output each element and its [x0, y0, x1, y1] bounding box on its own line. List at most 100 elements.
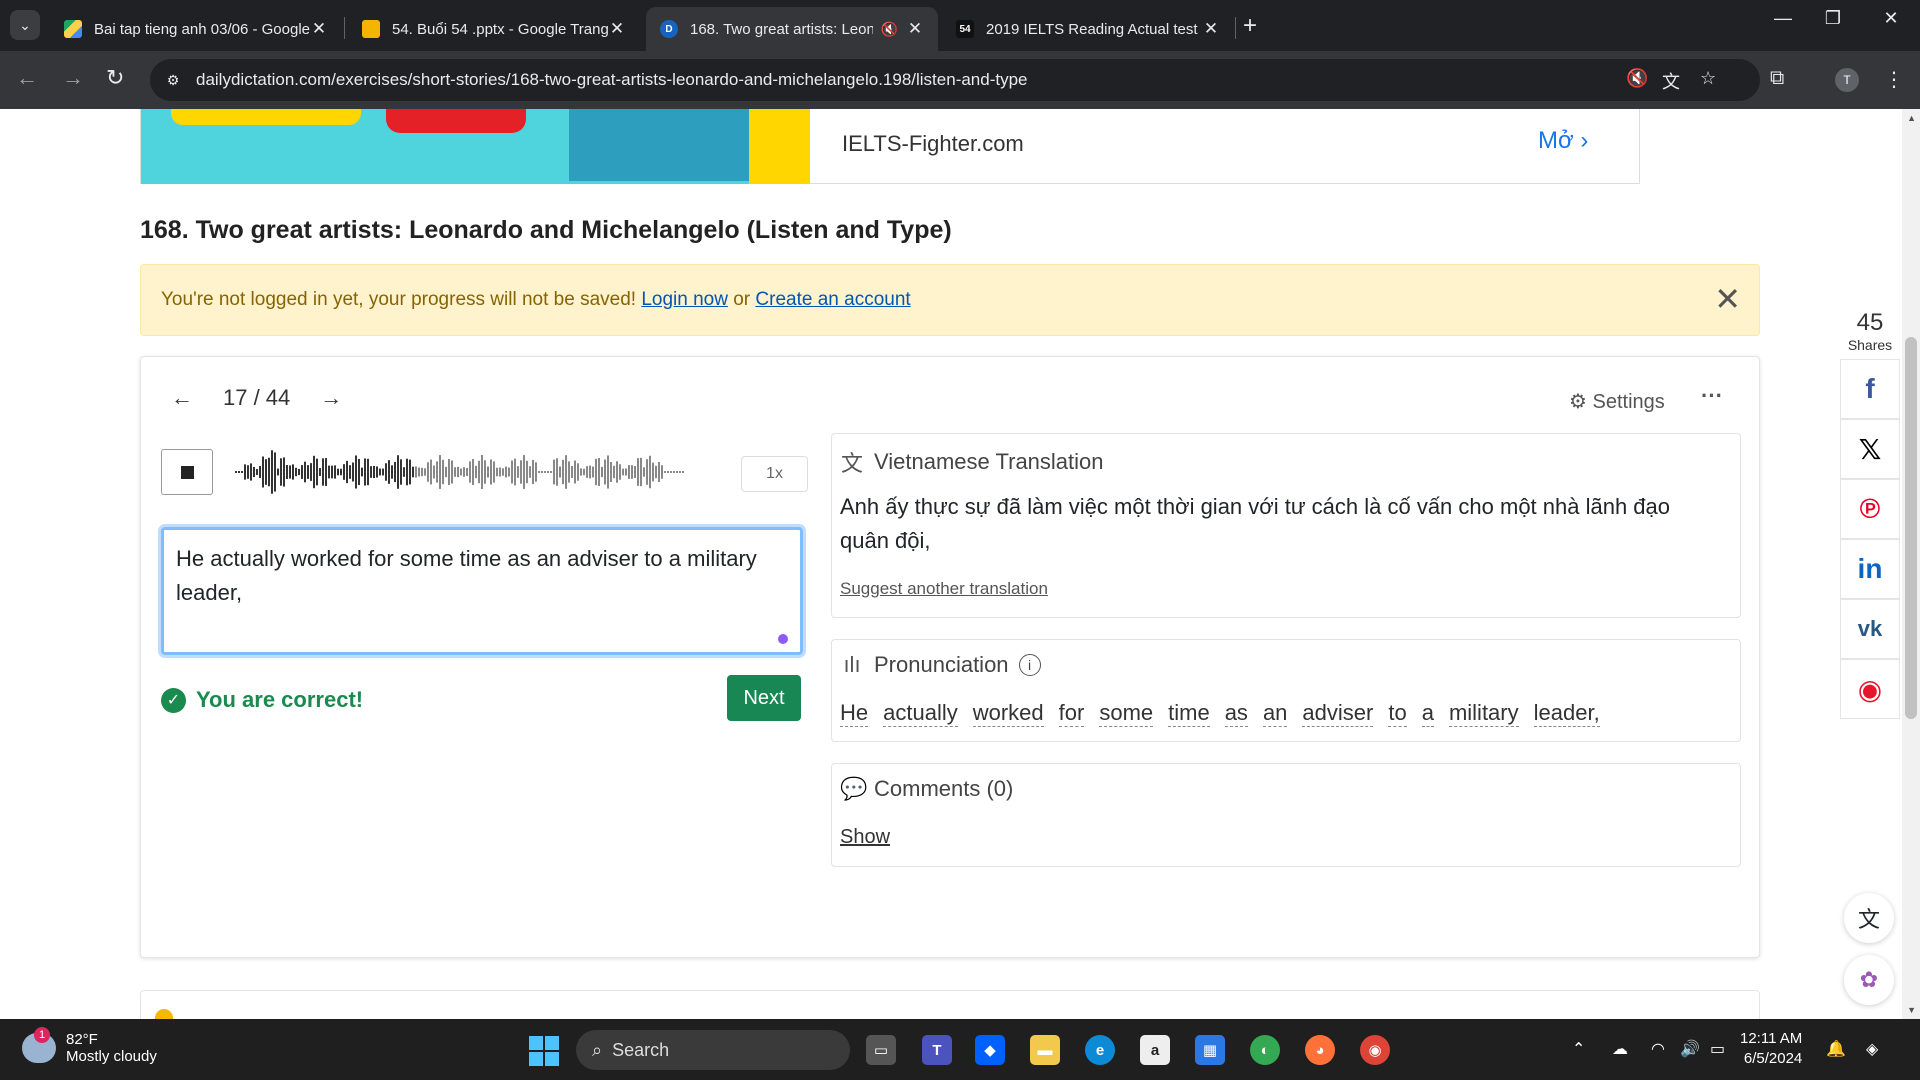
vk-icon[interactable]: vk — [1840, 599, 1900, 659]
next-button[interactable]: Next — [727, 675, 801, 721]
settings-button[interactable]: ⚙ Settings — [1569, 389, 1665, 414]
dropbox-icon[interactable]: ◆ — [975, 1035, 1005, 1065]
login-link[interactable]: Login now — [641, 289, 728, 311]
muted-audio-icon[interactable]: 🔇 — [1626, 68, 1648, 89]
page-scrollbar[interactable]: ▲ ▼ — [1902, 109, 1920, 1019]
address-bar[interactable]: ⚙ dailydictation.com/exercises/short-sto… — [150, 59, 1760, 101]
pronunciation-word[interactable]: some — [1099, 700, 1154, 727]
answer-text[interactable]: He actually worked for some time as an a… — [176, 546, 757, 605]
restore-icon[interactable]: ❐ — [1808, 8, 1858, 29]
battery-icon[interactable]: ▭ — [1710, 1039, 1725, 1059]
browser-menu-icon[interactable]: ⋮ — [1884, 67, 1904, 92]
reload-icon[interactable]: ↻ — [106, 65, 124, 91]
ad-banner[interactable]: IELTS-Fighter.com Mở › — [140, 109, 1640, 184]
waveform-bar — [541, 471, 543, 473]
volume-icon[interactable]: 🔊 — [1680, 1039, 1700, 1059]
app-icon-green[interactable]: ◐ — [1250, 1035, 1280, 1065]
pronunciation-word[interactable]: for — [1058, 700, 1085, 727]
tab-google-slides[interactable]: 54. Buổi 54 .pptx - Google Trang ✕ — [348, 7, 640, 51]
weather-widget[interactable]: 1 82°F Mostly cloudy — [22, 1027, 157, 1065]
close-window-icon[interactable]: ✕ — [1866, 8, 1916, 29]
tab-ielts-reading[interactable]: 54 2019 IELTS Reading Actual test ✕ — [942, 7, 1234, 51]
ad-open-button[interactable]: Mở › — [1538, 127, 1588, 155]
pronunciation-word[interactable]: as — [1224, 700, 1248, 727]
close-tab-icon[interactable]: ✕ — [1202, 19, 1220, 39]
stop-button[interactable] — [161, 449, 213, 495]
scroll-down-icon[interactable]: ▼ — [1907, 1005, 1916, 1015]
bookmark-star-icon[interactable]: ☆ — [1700, 68, 1716, 89]
minimize-icon[interactable]: — — [1758, 8, 1808, 29]
profile-avatar[interactable]: T — [1835, 68, 1859, 92]
pronunciation-word[interactable]: He — [840, 700, 869, 727]
site-info-icon[interactable]: ⚙ — [158, 65, 188, 95]
system-clock[interactable]: 12:11 AM 6/5/2024 — [1740, 1029, 1802, 1069]
close-tab-icon[interactable]: ✕ — [906, 19, 924, 39]
pronunciation-word[interactable]: to — [1388, 700, 1407, 727]
grammar-extension-icon[interactable] — [778, 634, 788, 644]
show-comments-link[interactable]: Show — [840, 826, 890, 849]
pronunciation-word[interactable]: a — [1421, 700, 1434, 727]
task-view-icon[interactable]: ▭ — [866, 1035, 896, 1065]
ad-image[interactable] — [141, 109, 810, 184]
notification-bell-icon[interactable]: 🔔 — [1826, 1039, 1846, 1059]
audio-waveform[interactable] — [231, 449, 701, 495]
taskbar-search[interactable]: ⌕ Search — [576, 1030, 850, 1070]
pronunciation-word[interactable]: an — [1262, 700, 1288, 727]
pronunciation-word[interactable]: worked — [972, 700, 1044, 727]
firefox-icon[interactable]: ◕ — [1305, 1035, 1335, 1065]
tab-dailydictation[interactable]: D 168. Two great artists: Leonardo 🔇 ✕ — [646, 7, 938, 51]
waveform-bar — [682, 471, 684, 473]
linkedin-icon[interactable]: in — [1840, 539, 1900, 599]
waveform-bar — [382, 468, 384, 476]
forward-arrow-icon[interactable]: → — [62, 65, 84, 91]
microsoft-store-icon[interactable]: ▦ — [1195, 1035, 1225, 1065]
scroll-thumb[interactable] — [1905, 337, 1917, 719]
ai-assistant-icon[interactable]: ✿ — [1844, 955, 1894, 1005]
waveform-bar — [553, 459, 555, 485]
copilot-icon[interactable]: ◈ — [1866, 1039, 1878, 1059]
back-arrow-icon[interactable]: ← — [16, 65, 38, 91]
more-options-icon[interactable]: ··· — [1701, 383, 1723, 409]
scroll-up-icon[interactable]: ▲ — [1907, 113, 1916, 123]
tab-google-drive[interactable]: Bai tap tieng anh 03/06 - Google ✕ — [50, 7, 342, 51]
close-tab-icon[interactable]: ✕ — [608, 19, 626, 39]
x-twitter-icon[interactable]: 𝕏 — [1840, 419, 1900, 479]
tab-search-button[interactable]: ⌄ — [10, 10, 40, 40]
onedrive-cloud-icon[interactable]: ☁ — [1612, 1039, 1628, 1059]
pronunciation-word[interactable]: adviser — [1302, 700, 1374, 727]
chrome-icon[interactable]: ◉ — [1360, 1035, 1390, 1065]
new-tab-plus-icon[interactable]: + — [1243, 12, 1257, 40]
chevron-up-icon[interactable]: ⌃ — [1572, 1039, 1585, 1059]
translate-page-icon[interactable]: 文 — [1662, 68, 1680, 94]
info-icon[interactable]: i — [1018, 654, 1041, 676]
playback-speed-button[interactable]: 1x — [741, 456, 808, 492]
pronunciation-word[interactable]: time — [1168, 700, 1210, 727]
pronunciation-word[interactable]: actually — [883, 700, 958, 727]
suggest-translation-link[interactable]: Suggest another translation — [840, 579, 1048, 599]
next-arrow-icon[interactable]: → — [318, 385, 344, 411]
previous-arrow-icon[interactable]: ← — [169, 385, 195, 411]
muted-speaker-icon[interactable]: 🔇 — [881, 21, 898, 38]
weibo-icon[interactable]: ◉ — [1840, 659, 1900, 719]
edge-icon[interactable]: e — [1085, 1035, 1115, 1065]
pronunciation-word[interactable]: military — [1448, 700, 1519, 727]
wifi-icon[interactable]: ◠ — [1651, 1039, 1665, 1059]
ad-advertiser-name[interactable]: IELTS-Fighter.com — [842, 131, 1024, 157]
pinterest-icon[interactable]: ℗ — [1840, 479, 1900, 539]
url-text[interactable]: dailydictation.com/exercises/short-stori… — [196, 70, 1028, 90]
pronunciation-word[interactable]: leader, — [1533, 700, 1600, 727]
close-icon[interactable]: ✕ — [1714, 283, 1741, 315]
extensions-puzzle-icon[interactable]: ⧉ — [1770, 67, 1784, 90]
close-tab-icon[interactable]: ✕ — [310, 19, 328, 39]
waveform-bar — [280, 458, 282, 486]
waveform-bar — [322, 458, 324, 486]
answer-textarea[interactable]: He actually worked for some time as an a… — [161, 527, 803, 655]
amazon-icon[interactable]: a — [1140, 1035, 1170, 1065]
file-explorer-icon[interactable]: ▬ — [1030, 1035, 1060, 1065]
facebook-icon[interactable]: f — [1840, 359, 1900, 419]
windows-start-icon[interactable] — [529, 1036, 559, 1066]
teams-icon[interactable]: T — [922, 1035, 952, 1065]
translate-widget-icon[interactable]: 文 — [1844, 893, 1894, 943]
waveform-bar — [403, 467, 405, 477]
create-account-link[interactable]: Create an account — [755, 289, 910, 311]
